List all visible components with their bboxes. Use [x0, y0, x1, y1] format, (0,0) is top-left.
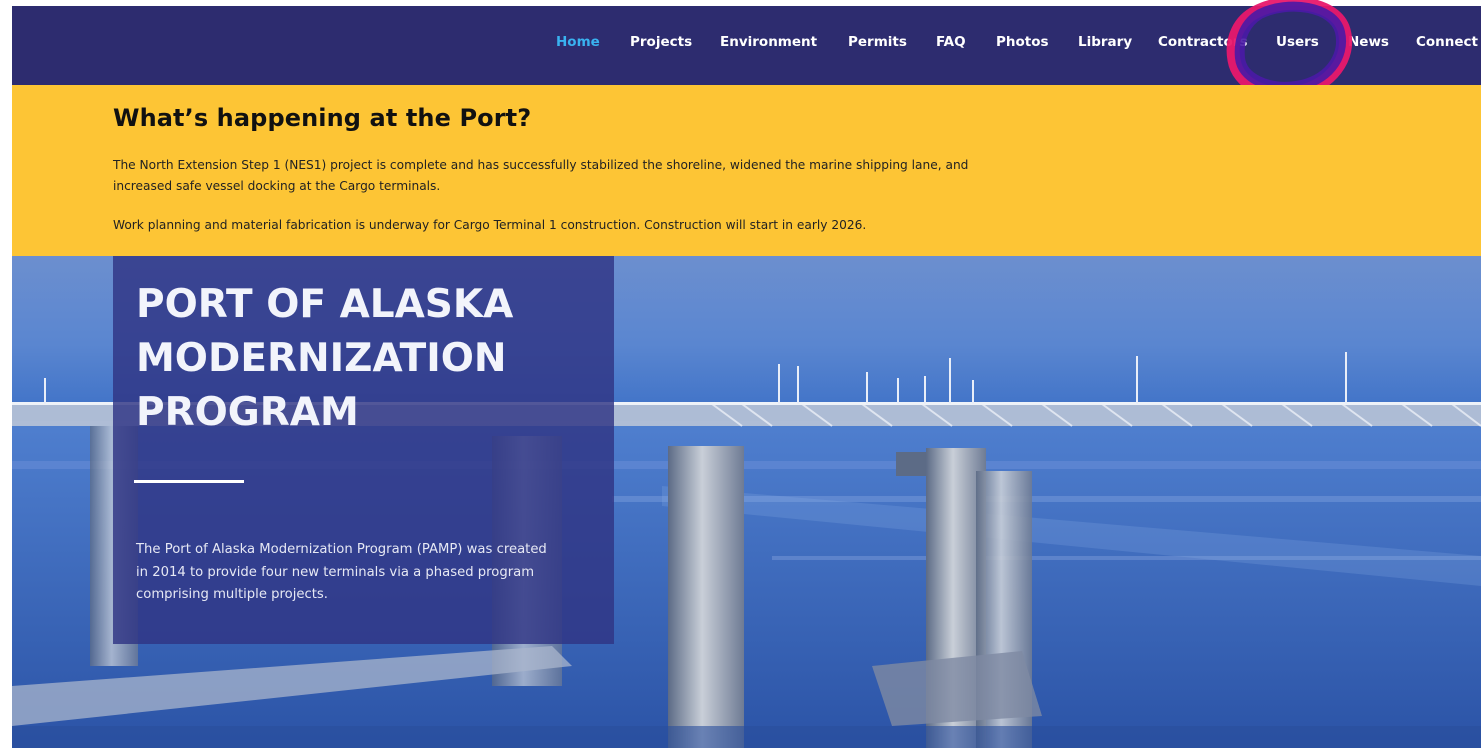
banner-paragraph-line: Work planning and material fabrication i… — [113, 218, 867, 232]
hero-section: PORT OF ALASKA MODERNIZATION PROGRAM The… — [12, 256, 1481, 748]
hero-title-line: PORT OF ALASKA — [136, 282, 514, 327]
nav-link-library[interactable]: Library — [1078, 34, 1132, 50]
nav-link-news[interactable]: News — [1348, 34, 1389, 50]
hero-description-line: The Port of Alaska Modernization Program… — [136, 542, 547, 557]
nav-link-connect[interactable]: Connect — [1416, 34, 1478, 50]
port-news-banner: What’s happening at the Port? The North … — [12, 85, 1481, 256]
hero-divider — [134, 480, 244, 483]
banner-heading: What’s happening at the Port? — [113, 104, 532, 132]
page: Home Projects Environment Permits FAQ Ph… — [0, 0, 1481, 748]
top-navigation-bar: Home Projects Environment Permits FAQ Ph… — [12, 6, 1481, 85]
nav-link-projects[interactable]: Projects — [630, 34, 692, 50]
hero-title: PORT OF ALASKA MODERNIZATION PROGRAM — [136, 278, 606, 440]
banner-paragraph-line: increased safe vessel docking at the Car… — [113, 179, 441, 193]
nav-link-users[interactable]: Users — [1276, 34, 1319, 50]
nav-link-home[interactable]: Home — [556, 34, 600, 50]
nav-link-contractors[interactable]: Contractors — [1158, 34, 1247, 50]
hero-description: The Port of Alaska Modernization Program… — [136, 539, 598, 607]
nav-link-photos[interactable]: Photos — [996, 34, 1049, 50]
nav-link-environment[interactable]: Environment — [720, 34, 817, 50]
nav-link-faq[interactable]: FAQ — [936, 34, 966, 50]
hero-title-line: MODERNIZATION — [136, 336, 507, 381]
banner-paragraph-line: The North Extension Step 1 (NES1) projec… — [113, 158, 969, 172]
hero-description-line: comprising multiple projects. — [136, 587, 328, 602]
hero-overlay-panel: PORT OF ALASKA MODERNIZATION PROGRAM The… — [113, 256, 614, 644]
hero-title-line: PROGRAM — [136, 390, 359, 435]
hero-description-line: in 2014 to provide four new terminals vi… — [136, 564, 535, 580]
nav-link-permits[interactable]: Permits — [848, 34, 907, 50]
